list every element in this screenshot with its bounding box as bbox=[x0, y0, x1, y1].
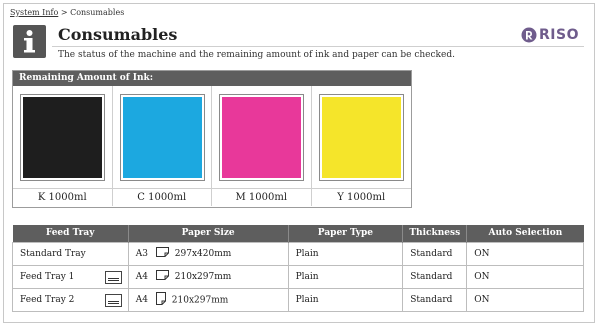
column-header-auto-selection: Auto Selection bbox=[466, 225, 584, 242]
feed-tray-icon bbox=[104, 293, 122, 307]
paper-size-dimensions: 210x297mm bbox=[174, 272, 232, 282]
page-title: Consumables bbox=[58, 25, 178, 44]
paper-size-dimensions: 297x420mm bbox=[174, 249, 232, 259]
breadcrumb-current: Consumables bbox=[70, 8, 125, 17]
ink-card-yellow: Y 1000ml bbox=[311, 86, 411, 206]
thickness-cell: Standard bbox=[402, 264, 468, 289]
table-row: Feed Tray 2 A4 210x297mm Plain Standard O… bbox=[12, 287, 584, 312]
column-header-feed-tray: Feed Tray bbox=[12, 225, 129, 242]
auto-selection-cell: ON bbox=[466, 287, 584, 312]
thickness-cell: Standard bbox=[402, 287, 468, 312]
paper-size-name: A3 bbox=[135, 249, 148, 259]
paper-size-name: A4 bbox=[135, 295, 148, 305]
table-row: Standard Tray A3 297x420mm Plain Standard… bbox=[12, 241, 584, 266]
riso-logo-mark-icon bbox=[521, 27, 537, 43]
ink-swatch-magenta bbox=[219, 94, 304, 181]
thickness-cell: Standard bbox=[402, 241, 468, 266]
paper-type-cell: Plain bbox=[287, 287, 404, 312]
landscape-paper-icon bbox=[155, 270, 169, 283]
tray-name: Feed Tray 1 bbox=[20, 271, 75, 282]
tray-name: Standard Tray bbox=[20, 248, 86, 259]
ink-card-black: K 1000ml bbox=[13, 86, 113, 206]
tray-name-cell: Standard Tray bbox=[12, 241, 129, 266]
portrait-paper-icon bbox=[155, 291, 166, 308]
breadcrumb-separator: > bbox=[58, 8, 71, 17]
feed-tray-table: Feed Tray Paper Size Paper Type Thicknes… bbox=[12, 225, 584, 312]
table-row: Feed Tray 1 A4 210x297mm Plain Standard O… bbox=[12, 264, 584, 289]
breadcrumb-system-info-link[interactable]: System Info bbox=[10, 8, 58, 17]
tray-name: Feed Tray 2 bbox=[20, 294, 75, 305]
table-header-row: Feed Tray Paper Size Paper Type Thicknes… bbox=[12, 225, 584, 242]
ink-swatch-black bbox=[20, 94, 105, 181]
ink-panel: Remaining Amount of Ink: K 1000ml C 1000… bbox=[12, 70, 412, 208]
ink-card-cyan: C 1000ml bbox=[112, 86, 212, 206]
column-header-thickness: Thickness bbox=[402, 225, 468, 242]
auto-selection-cell: ON bbox=[466, 264, 584, 289]
paper-size-name: A4 bbox=[135, 272, 148, 282]
auto-selection-cell: ON bbox=[466, 241, 584, 266]
ink-label-yellow: Y 1000ml bbox=[311, 188, 411, 206]
landscape-paper-icon bbox=[155, 247, 169, 260]
paper-size-cell: A3 297x420mm bbox=[127, 241, 289, 266]
ink-panel-heading: Remaining Amount of Ink: bbox=[13, 71, 411, 86]
column-header-paper-size: Paper Size bbox=[128, 225, 289, 242]
ink-label-magenta: M 1000ml bbox=[212, 188, 311, 206]
riso-logo-text: RISO bbox=[539, 27, 579, 43]
breadcrumb: System Info > Consumables bbox=[10, 8, 124, 17]
page-description: The status of the machine and the remain… bbox=[58, 50, 455, 60]
tray-name-cell: Feed Tray 2 bbox=[12, 287, 129, 312]
paper-size-cell: A4 210x297mm bbox=[127, 264, 289, 289]
info-icon bbox=[13, 25, 46, 58]
ink-label-black: K 1000ml bbox=[13, 188, 112, 206]
ink-cards: K 1000ml C 1000ml M 1000ml Y 1000ml bbox=[13, 86, 411, 206]
ink-card-magenta: M 1000ml bbox=[212, 86, 312, 206]
paper-size-dimensions: 210x297mm bbox=[171, 295, 229, 305]
paper-type-cell: Plain bbox=[287, 241, 404, 266]
tray-name-cell: Feed Tray 1 bbox=[12, 264, 129, 289]
ink-swatch-yellow bbox=[318, 94, 404, 181]
ink-label-cyan: C 1000ml bbox=[112, 188, 211, 206]
paper-type-cell: Plain bbox=[287, 264, 404, 289]
title-divider bbox=[52, 46, 584, 47]
ink-swatch-cyan bbox=[119, 94, 205, 181]
column-header-paper-type: Paper Type bbox=[288, 225, 404, 242]
feed-tray-icon bbox=[104, 270, 122, 284]
paper-size-cell: A4 210x297mm bbox=[127, 287, 289, 312]
riso-logo: RISO bbox=[521, 27, 579, 43]
